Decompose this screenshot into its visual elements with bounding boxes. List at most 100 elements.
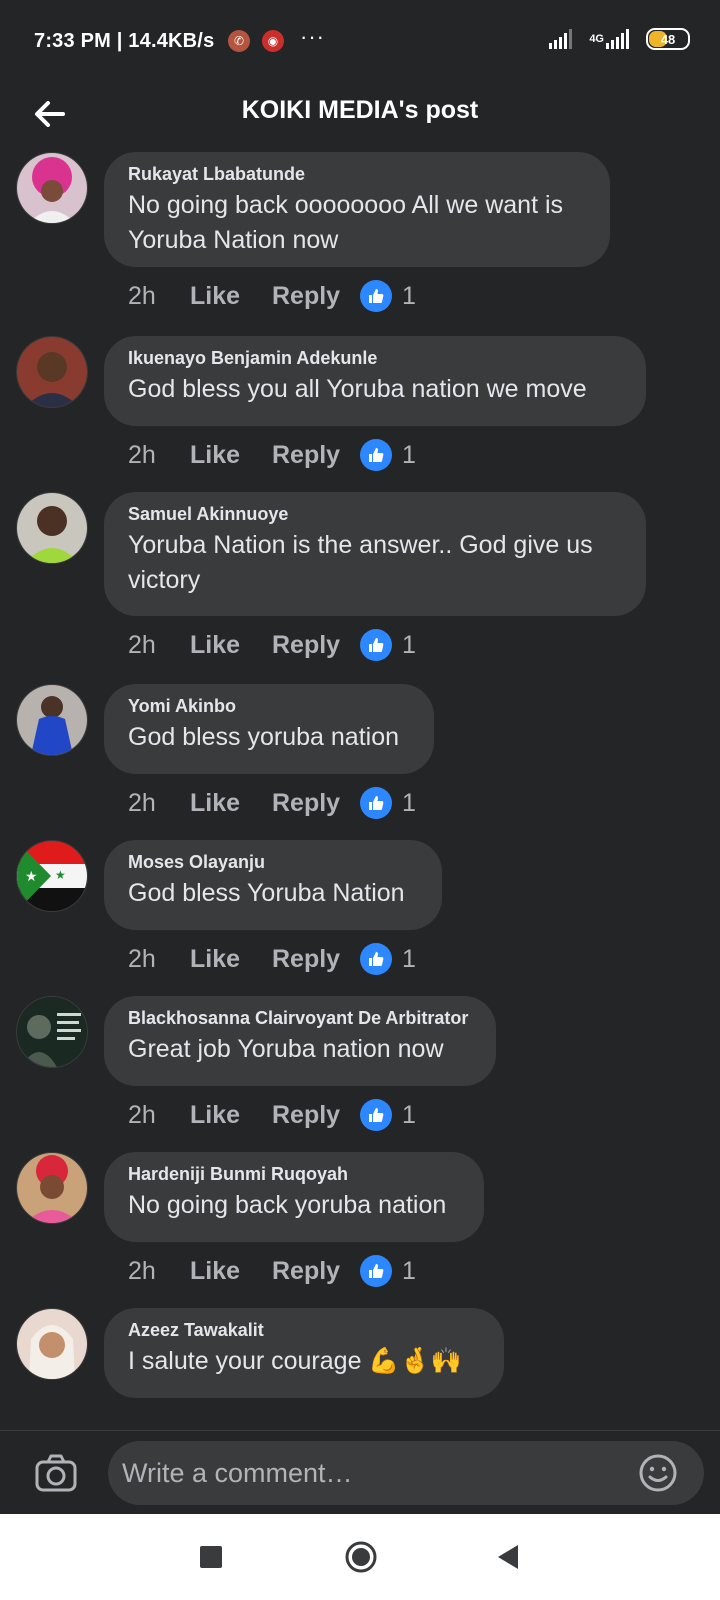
comments-list: Rukayat Lbabatunde No going back ooooooo… [0, 152, 720, 1430]
reply-button[interactable]: Reply [272, 282, 360, 311]
notification-icons: ✆ ◉ ··· [228, 24, 325, 52]
comment-text: Great job Yoruba nation now [128, 1035, 444, 1063]
like-button[interactable]: Like [190, 945, 272, 974]
comment-bubble[interactable]: Hardeniji Bunmi Ruqoyah No going back yo… [104, 1152, 484, 1242]
reply-button[interactable]: Reply [272, 1257, 360, 1286]
avatar[interactable] [16, 1152, 88, 1224]
comment-time: 2h [128, 1100, 156, 1129]
reaction-count[interactable]: 1 [402, 282, 416, 311]
whatsapp-notification-icon: ✆ [228, 30, 250, 52]
comment-composer: Write a comment… [0, 1430, 720, 1515]
system-icons: 4G 48 [549, 28, 690, 50]
home-button[interactable] [344, 1540, 378, 1574]
like-thumb-icon[interactable] [360, 787, 392, 819]
like-button[interactable]: Like [190, 789, 272, 818]
comment-bubble[interactable]: Rukayat Lbabatunde No going back ooooooo… [104, 152, 610, 267]
comment-text: No going back yoruba nation [128, 1191, 447, 1219]
like-thumb-icon[interactable] [360, 439, 392, 471]
comment-author[interactable]: Rukayat Lbabatunde [128, 162, 586, 186]
comment-text: God bless yoruba nation [128, 723, 400, 751]
comment-actions: 2h Like Reply 1 [128, 786, 416, 820]
like-button[interactable]: Like [190, 1101, 272, 1130]
reaction-count[interactable]: 1 [402, 631, 416, 660]
comment-actions: 2h Like Reply 1 [128, 1254, 416, 1288]
comment-author[interactable]: Blackhosanna Clairvoyant De Arbitrator [128, 1006, 472, 1030]
reply-button[interactable]: Reply [272, 631, 360, 660]
post-header: KOIKI MEDIA's post [0, 84, 720, 152]
like-button[interactable]: Like [190, 282, 272, 311]
nav-back-button[interactable] [494, 1543, 522, 1571]
comment-author[interactable]: Samuel Akinnuoye [128, 502, 622, 526]
avatar[interactable]: ★ ★ [16, 840, 88, 912]
comment-time: 2h [128, 788, 156, 817]
smiley-icon [639, 1454, 677, 1492]
comment-text: No going back oooooooo All we want is Yo… [128, 191, 564, 254]
comment-bubble[interactable]: Azeez Tawakalit I salute your courage 💪🤞… [104, 1308, 504, 1398]
comment-input[interactable]: Write a comment… [108, 1441, 704, 1505]
status-bar: 7:33 PM | 14.4KB/s ✆ ◉ ··· 4G 48 [0, 0, 720, 84]
comment-bubble[interactable]: Moses Olayanju God bless Yoruba Nation [104, 840, 442, 930]
like-button[interactable]: Like [190, 631, 272, 660]
camera-icon [35, 1454, 77, 1492]
reply-button[interactable]: Reply [272, 441, 360, 470]
page-title: KOIKI MEDIA's post [241, 96, 479, 124]
comment-author[interactable]: Azeez Tawakalit [128, 1318, 480, 1342]
avatar[interactable] [16, 492, 88, 564]
comment-time: 2h [128, 1256, 156, 1285]
svg-text:★: ★ [25, 869, 38, 885]
status-time: 7:33 PM | 14.4KB/s [34, 30, 215, 52]
comment-author[interactable]: Moses Olayanju [128, 850, 418, 874]
comment-bubble[interactable]: Samuel Akinnuoye Yoruba Nation is the an… [104, 492, 646, 616]
avatar[interactable] [16, 684, 88, 756]
comment-bubble[interactable]: Yomi Akinbo God bless yoruba nation [104, 684, 434, 774]
comment-text: God bless you all Yoruba nation we move [128, 375, 587, 403]
camera-button[interactable] [34, 1451, 78, 1495]
reaction-count[interactable]: 1 [402, 1101, 416, 1130]
like-thumb-icon[interactable] [360, 1255, 392, 1287]
svg-text:★: ★ [55, 868, 66, 882]
battery-icon: 48 [646, 28, 690, 50]
comment-author[interactable]: Hardeniji Bunmi Ruqoyah [128, 1162, 460, 1186]
comment-author[interactable]: Yomi Akinbo [128, 694, 410, 718]
avatar[interactable] [16, 152, 88, 224]
back-triangle-icon [498, 1545, 518, 1569]
network-type-icon: 4G [589, 29, 632, 49]
comment-actions: 2h Like Reply 1 [128, 1098, 416, 1132]
comment-actions: 2h Like Reply 1 [128, 279, 416, 313]
reaction-count[interactable]: 1 [402, 945, 416, 974]
comment-actions: 2h Like Reply 1 [128, 942, 416, 976]
more-notifications-icon: ··· [300, 24, 325, 49]
comment-time: 2h [128, 944, 156, 973]
reply-button[interactable]: Reply [272, 1101, 360, 1130]
reply-button[interactable]: Reply [272, 945, 360, 974]
comment-bubble[interactable]: Blackhosanna Clairvoyant De Arbitrator G… [104, 996, 496, 1086]
comment-time: 2h [128, 281, 156, 310]
comment-time: 2h [128, 630, 156, 659]
home-circle-icon [345, 1541, 377, 1573]
reaction-count[interactable]: 1 [402, 789, 416, 818]
signal-icon [549, 29, 573, 49]
comment-text: God bless Yoruba Nation [128, 879, 405, 907]
comment-time: 2h [128, 440, 156, 469]
like-thumb-icon[interactable] [360, 280, 392, 312]
comment-text: Yoruba Nation is the answer.. God give u… [128, 531, 593, 594]
reaction-count[interactable]: 1 [402, 441, 416, 470]
comment-author[interactable]: Ikuenayo Benjamin Adekunle [128, 346, 622, 370]
avatar[interactable] [16, 1308, 88, 1380]
avatar[interactable] [16, 336, 88, 408]
avatar[interactable] [16, 996, 88, 1068]
comment-actions: 2h Like Reply 1 [128, 438, 416, 472]
emoji-button[interactable] [638, 1453, 678, 1493]
recents-button[interactable] [200, 1546, 222, 1568]
like-thumb-icon[interactable] [360, 629, 392, 661]
like-thumb-icon[interactable] [360, 1099, 392, 1131]
app-notification-icon: ◉ [262, 30, 284, 52]
like-button[interactable]: Like [190, 441, 272, 470]
like-button[interactable]: Like [190, 1257, 272, 1286]
like-thumb-icon[interactable] [360, 943, 392, 975]
comment-actions: 2h Like Reply 1 [128, 628, 416, 662]
reply-button[interactable]: Reply [272, 789, 360, 818]
comment-bubble[interactable]: Ikuenayo Benjamin Adekunle God bless you… [104, 336, 646, 426]
comment-text: I salute your courage 💪🤞🙌 [128, 1347, 462, 1375]
reaction-count[interactable]: 1 [402, 1257, 416, 1286]
